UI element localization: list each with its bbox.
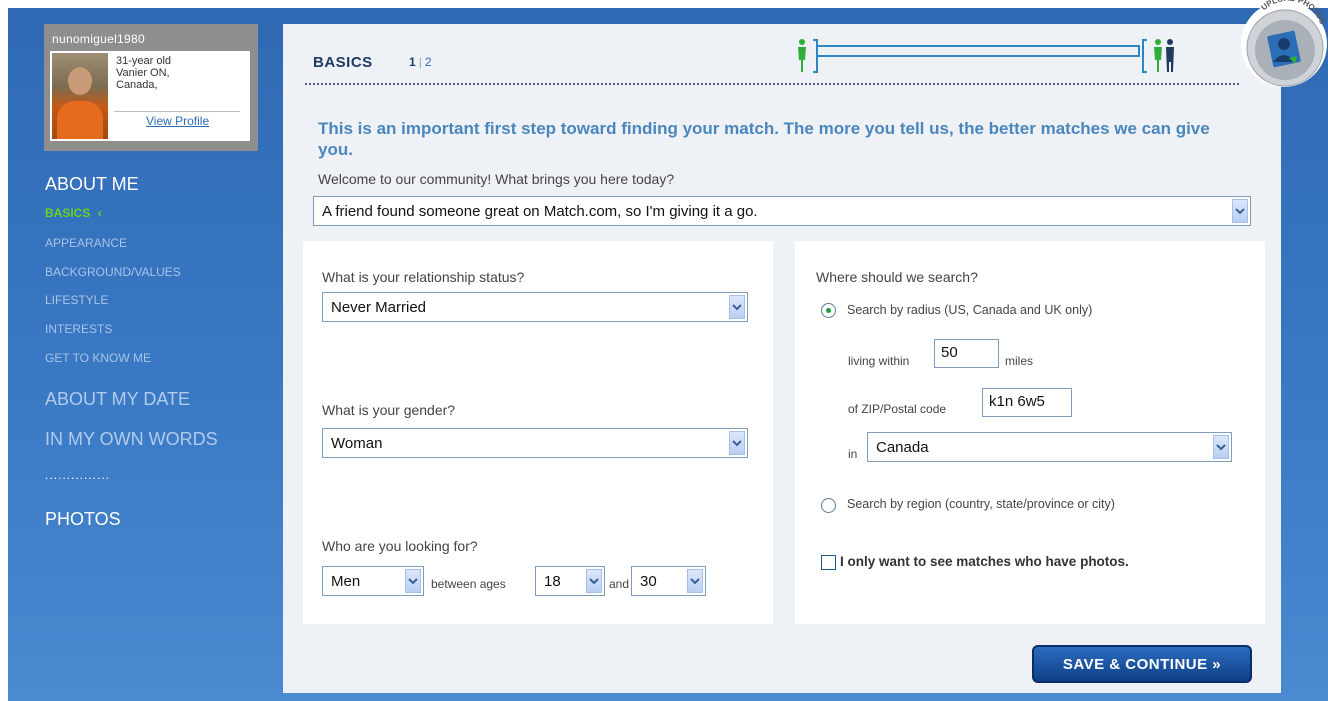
chevron-down-icon[interactable] xyxy=(586,569,602,593)
age-min-value: 18 xyxy=(544,573,561,590)
left-form-panel: What is your relationship status? Never … xyxy=(303,241,773,624)
search-question: Where should we search? xyxy=(816,269,978,285)
miles-input[interactable]: 50 xyxy=(934,339,999,368)
and-label: and xyxy=(609,577,630,591)
page-2-link[interactable]: 2 xyxy=(425,55,432,69)
profile-location-1: Vanier ON, xyxy=(116,67,170,79)
age-max-select[interactable]: 30 xyxy=(631,566,706,596)
nav-separator: ............... xyxy=(45,468,111,482)
search-by-radius-radio[interactable] xyxy=(821,303,836,318)
country-select[interactable]: Canada xyxy=(867,432,1232,462)
relationship-question: What is your relationship status? xyxy=(322,269,525,285)
profile-username: nunomiguel1980 xyxy=(52,32,145,46)
living-within-label: living within xyxy=(848,354,910,368)
chevron-down-icon[interactable] xyxy=(729,295,745,319)
search-by-region-radio[interactable] xyxy=(821,498,836,513)
chevron-left-icon: ‹ xyxy=(97,206,102,220)
profile-card-body: 31-year old Vanier ON, Canada, View Prof… xyxy=(50,51,250,141)
upload-photos-badge[interactable]: UPLOAD PHOTOS xyxy=(1240,0,1328,88)
profile-location-2: Canada, xyxy=(116,79,158,91)
nav-item-appearance[interactable]: APPEARANCE xyxy=(45,236,127,250)
page-separator: | xyxy=(418,55,422,69)
welcome-select[interactable]: A friend found someone great on Match.co… xyxy=(313,196,1251,226)
progress-tracker xyxy=(798,39,1174,73)
looking-for-value: Men xyxy=(331,573,361,590)
step-pager: 1 | 2 xyxy=(409,55,432,69)
search-by-radius-label[interactable]: Search by radius (US, Canada and UK only… xyxy=(847,303,1092,317)
page-current: 1 xyxy=(409,55,416,69)
chevron-down-icon[interactable] xyxy=(729,431,745,455)
chevron-down-icon[interactable] xyxy=(1213,435,1229,459)
nav-item-basics[interactable]: BASICS ‹ xyxy=(45,206,102,220)
view-profile-link[interactable]: View Profile xyxy=(146,114,209,128)
intro-text: This is an important first step toward f… xyxy=(318,119,1210,159)
page-title: BASICS xyxy=(313,54,373,71)
photos-only-checkbox[interactable] xyxy=(821,555,836,570)
search-by-region-label[interactable]: Search by region (country, state/provinc… xyxy=(847,497,1115,511)
welcome-question: Welcome to our community! What brings yo… xyxy=(318,171,675,187)
age-min-select[interactable]: 18 xyxy=(535,566,605,596)
photos-only-label[interactable]: I only want to see matches who have phot… xyxy=(840,554,1129,569)
chevron-down-icon[interactable] xyxy=(1232,199,1248,223)
progress-bar xyxy=(816,45,1140,57)
header-divider xyxy=(305,83,1239,85)
looking-for-select[interactable]: Men xyxy=(322,566,424,596)
gender-select[interactable]: Woman xyxy=(322,428,748,458)
nav-item-lifestyle[interactable]: LIFESTYLE xyxy=(45,293,108,307)
main-panel: BASICS 1 | 2 This is an important first st… xyxy=(283,24,1281,693)
avatar[interactable] xyxy=(52,53,108,139)
nav-photos[interactable]: PHOTOS xyxy=(45,509,121,530)
in-label: in xyxy=(848,447,858,461)
between-ages-label: between ages xyxy=(431,577,506,591)
gender-value: Woman xyxy=(331,435,383,452)
couple-icon xyxy=(1154,39,1174,72)
chevron-down-icon[interactable] xyxy=(687,569,703,593)
save-continue-button[interactable]: SAVE & CONTINUE » xyxy=(1032,645,1252,683)
profile-info: 31-year old Vanier ON, Canada, xyxy=(116,55,171,91)
nav-in-my-own-words[interactable]: IN MY OWN WORDS xyxy=(45,429,218,450)
nav-about-my-date[interactable]: ABOUT MY DATE xyxy=(45,389,190,410)
profile-divider xyxy=(114,111,240,112)
nav-about-me[interactable]: ABOUT ME xyxy=(45,174,139,195)
chevron-down-icon[interactable] xyxy=(405,569,421,593)
nav-item-get-to-know-me[interactable]: GET TO KNOW ME xyxy=(45,351,151,365)
zip-input[interactable]: k1n 6w5 xyxy=(982,388,1072,417)
relationship-status-select[interactable]: Never Married xyxy=(322,292,748,322)
profile-card: nunomiguel1980 31-year old Vanier ON, Ca… xyxy=(44,24,258,151)
miles-label: miles xyxy=(1005,354,1034,368)
country-value: Canada xyxy=(876,439,929,456)
looking-for-question: Who are you looking for? xyxy=(322,538,478,554)
right-form-panel: Where should we search? Search by radius… xyxy=(795,241,1265,624)
profile-age: 31-year old xyxy=(116,55,172,67)
age-max-value: 30 xyxy=(640,573,657,590)
nav-item-interests[interactable]: INTERESTS xyxy=(45,322,112,336)
welcome-select-value: A friend found someone great on Match.co… xyxy=(322,203,758,220)
relationship-status-value: Never Married xyxy=(331,299,427,316)
nav-item-background-values[interactable]: BACKGROUND/VALUES xyxy=(45,265,181,279)
zip-label: of ZIP/Postal code xyxy=(848,402,947,416)
nav-basics-label: BASICS xyxy=(45,206,91,220)
person-icon xyxy=(798,39,806,72)
gender-question: What is your gender? xyxy=(322,402,456,418)
